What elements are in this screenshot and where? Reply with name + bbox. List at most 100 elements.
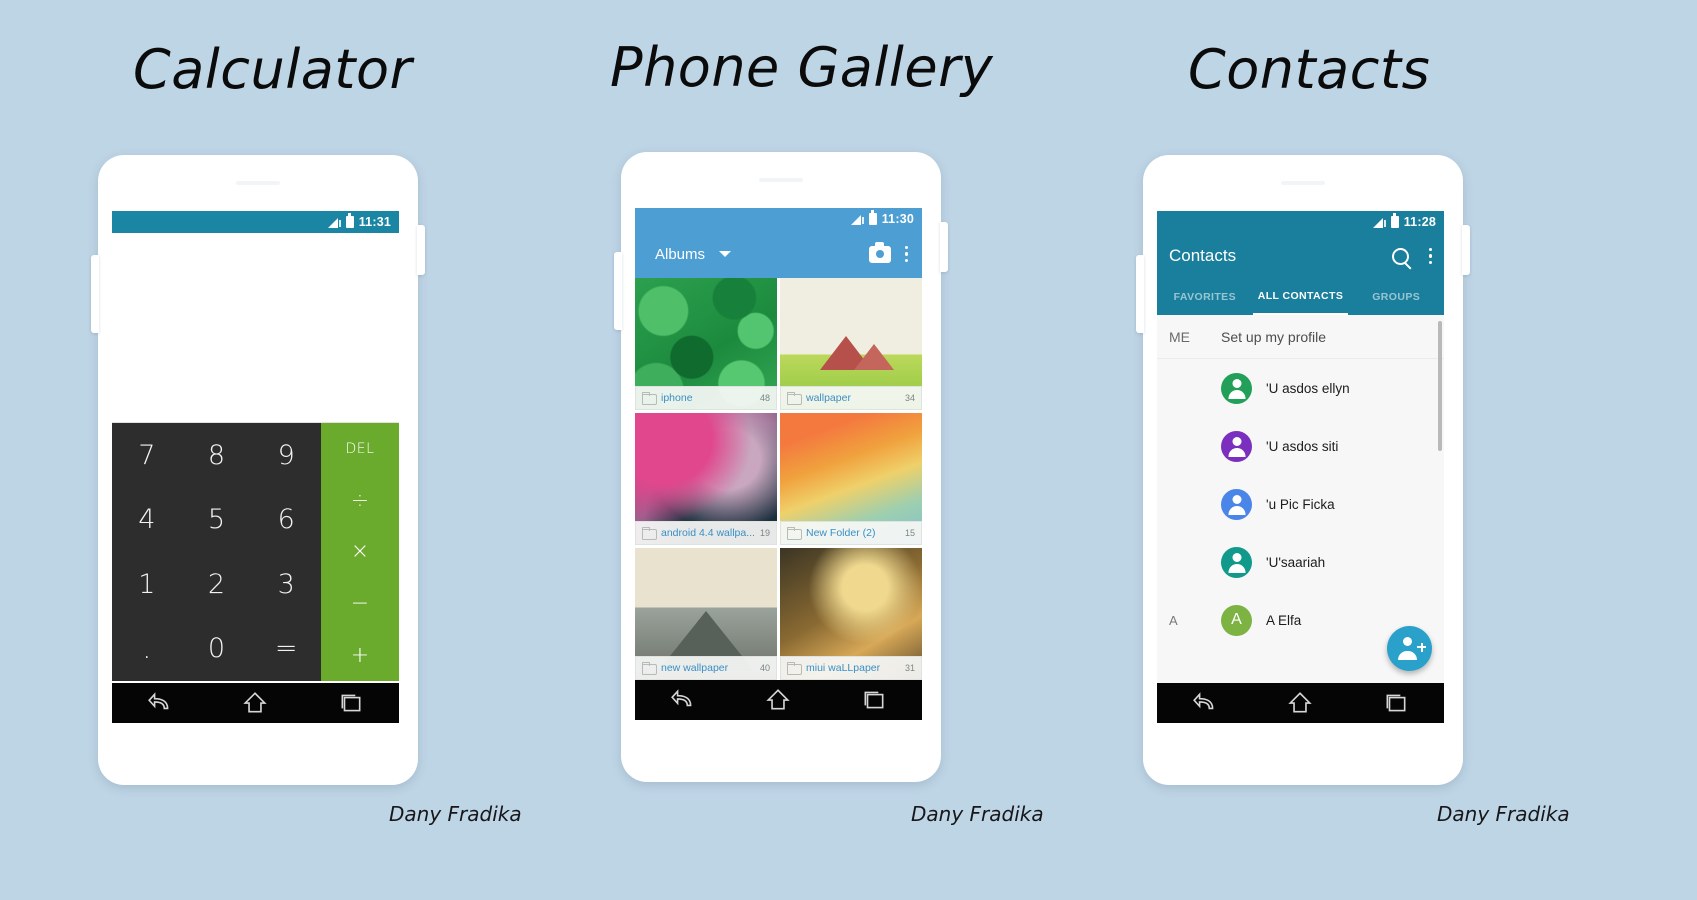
calc-key-7[interactable]: 7 bbox=[112, 423, 182, 488]
battery-icon bbox=[1390, 213, 1399, 228]
calc-key-2[interactable]: 2 bbox=[182, 552, 252, 617]
earpiece bbox=[236, 181, 280, 185]
tab-groups[interactable]: GROUPS bbox=[1348, 279, 1444, 315]
tab-favorites[interactable]: FAVORITES bbox=[1157, 279, 1253, 315]
tab-all-contacts[interactable]: ALL CONTACTS bbox=[1252, 279, 1349, 315]
status-bar: 11:30 bbox=[635, 208, 922, 230]
album-label: wallpaper 34 bbox=[780, 386, 922, 410]
android-navigation-bar bbox=[635, 680, 922, 720]
avatar bbox=[1221, 372, 1252, 404]
calc-key-add[interactable]: + bbox=[321, 629, 399, 681]
contact-name: 'u Pic Ficka bbox=[1266, 496, 1335, 512]
power-button[interactable] bbox=[1462, 225, 1470, 275]
album-count: 19 bbox=[759, 528, 770, 538]
album-name: miui waLLpaper bbox=[806, 662, 881, 674]
power-button[interactable] bbox=[417, 225, 425, 275]
battery-icon bbox=[345, 213, 354, 228]
album-cell[interactable]: miui waLLpaper 31 bbox=[780, 548, 922, 680]
overflow-menu-icon[interactable] bbox=[904, 245, 908, 263]
screen-calculator: 11:31 7 8 9 4 5 6 1 2 3 . 0 = DEL ÷ × − … bbox=[112, 211, 399, 723]
volume-button[interactable] bbox=[614, 252, 622, 330]
add-contact-icon[interactable] bbox=[1387, 626, 1432, 671]
album-cell[interactable]: wallpaper 34 bbox=[780, 278, 922, 410]
albums-dropdown-label[interactable]: Albums bbox=[655, 246, 705, 263]
section-index: A bbox=[1169, 612, 1178, 628]
album-count: 34 bbox=[904, 393, 915, 403]
scrollbar[interactable] bbox=[1438, 321, 1442, 451]
calc-key-9[interactable]: 9 bbox=[251, 423, 321, 488]
contact-name: 'U asdos siti bbox=[1266, 438, 1339, 454]
contacts-app-bar: Contacts bbox=[1157, 233, 1444, 279]
album-cell[interactable]: New Folder (2) 15 bbox=[780, 413, 922, 545]
calculator-keypad: 7 8 9 4 5 6 1 2 3 . 0 = DEL ÷ × − + bbox=[112, 423, 399, 681]
page-title-contacts: Contacts bbox=[1188, 38, 1431, 101]
back-icon[interactable] bbox=[1192, 690, 1218, 716]
chevron-down-icon[interactable] bbox=[719, 251, 732, 257]
calc-key-delete[interactable]: DEL bbox=[321, 423, 399, 475]
list-item[interactable]: 'U asdos ellyn bbox=[1157, 359, 1444, 417]
power-button[interactable] bbox=[940, 222, 948, 272]
contacts-tabs: FAVORITES ALL CONTACTS GROUPS bbox=[1157, 279, 1444, 315]
signature-contacts: Dany Fradika bbox=[1437, 802, 1570, 826]
page-title-gallery: Phone Gallery bbox=[610, 36, 994, 99]
calculator-display[interactable] bbox=[112, 233, 399, 423]
home-icon[interactable] bbox=[242, 690, 268, 716]
status-time: 11:28 bbox=[1403, 215, 1436, 229]
status-time: 11:31 bbox=[358, 215, 391, 229]
avatar-letter: A bbox=[1221, 604, 1252, 636]
calc-key-multiply[interactable]: × bbox=[321, 526, 399, 578]
list-item[interactable]: 'U'saariah bbox=[1157, 533, 1444, 591]
album-name: iphone bbox=[661, 392, 693, 404]
phone-mockup-calculator: 11:31 7 8 9 4 5 6 1 2 3 . 0 = DEL ÷ × − … bbox=[91, 155, 425, 785]
folder-icon bbox=[787, 662, 802, 675]
recents-icon[interactable] bbox=[1383, 690, 1409, 716]
folder-icon bbox=[642, 662, 657, 675]
recents-icon[interactable] bbox=[861, 687, 887, 713]
volume-button[interactable] bbox=[91, 255, 99, 333]
calc-key-3[interactable]: 3 bbox=[251, 552, 321, 617]
album-label: android 4.4 wallpa... 19 bbox=[635, 521, 777, 545]
earpiece bbox=[759, 178, 803, 182]
back-icon[interactable] bbox=[670, 687, 696, 713]
home-icon[interactable] bbox=[1287, 690, 1313, 716]
status-bar: 11:31 bbox=[112, 211, 399, 233]
avatar bbox=[1221, 430, 1252, 462]
calc-key-subtract[interactable]: − bbox=[321, 578, 399, 630]
overflow-menu-icon[interactable] bbox=[1428, 247, 1432, 265]
list-item[interactable]: 'U asdos siti bbox=[1157, 417, 1444, 475]
screen-contacts: 11:28 Contacts FAVORITES ALL CONTACTS GR… bbox=[1157, 211, 1444, 723]
calc-key-8[interactable]: 8 bbox=[182, 423, 252, 488]
album-label: new wallpaper 40 bbox=[635, 656, 777, 680]
home-icon[interactable] bbox=[765, 687, 791, 713]
calc-key-0[interactable]: 0 bbox=[182, 617, 252, 682]
status-bar: 11:28 bbox=[1157, 211, 1444, 233]
album-cell[interactable]: android 4.4 wallpa... 19 bbox=[635, 413, 777, 545]
volume-button[interactable] bbox=[1136, 255, 1144, 333]
calculator-operator-keys: DEL ÷ × − + bbox=[321, 423, 399, 681]
album-count: 15 bbox=[904, 528, 915, 538]
album-label: miui waLLpaper 31 bbox=[780, 656, 922, 680]
recents-icon[interactable] bbox=[338, 690, 364, 716]
album-cell[interactable]: new wallpaper 40 bbox=[635, 548, 777, 680]
screen-gallery: 11:30 Albums iphone 48 wallpaper 34 andr… bbox=[635, 208, 922, 720]
album-name: wallpaper bbox=[806, 392, 851, 404]
signal-icon bbox=[850, 214, 864, 225]
back-icon[interactable] bbox=[147, 690, 173, 716]
calc-key-equals[interactable]: = bbox=[251, 617, 321, 682]
list-item[interactable]: 'u Pic Ficka bbox=[1157, 475, 1444, 533]
search-icon[interactable] bbox=[1391, 247, 1409, 265]
calc-key-4[interactable]: 4 bbox=[112, 488, 182, 553]
camera-icon[interactable] bbox=[868, 241, 891, 263]
page-root: Calculator Phone Gallery Contacts 11:31 … bbox=[0, 0, 1697, 900]
list-item-my-profile[interactable]: ME Set up my profile bbox=[1157, 315, 1444, 359]
contact-name: 'U asdos ellyn bbox=[1266, 380, 1350, 396]
calc-key-6[interactable]: 6 bbox=[251, 488, 321, 553]
calc-key-5[interactable]: 5 bbox=[182, 488, 252, 553]
calc-key-1[interactable]: 1 bbox=[112, 552, 182, 617]
album-label: New Folder (2) 15 bbox=[780, 521, 922, 545]
calc-key-divide[interactable]: ÷ bbox=[321, 475, 399, 527]
earpiece bbox=[1281, 181, 1325, 185]
calc-key-decimal[interactable]: . bbox=[112, 617, 182, 682]
album-cell[interactable]: iphone 48 bbox=[635, 278, 777, 410]
contacts-list[interactable]: ME Set up my profile 'U asdos ellyn 'U a bbox=[1157, 315, 1444, 683]
